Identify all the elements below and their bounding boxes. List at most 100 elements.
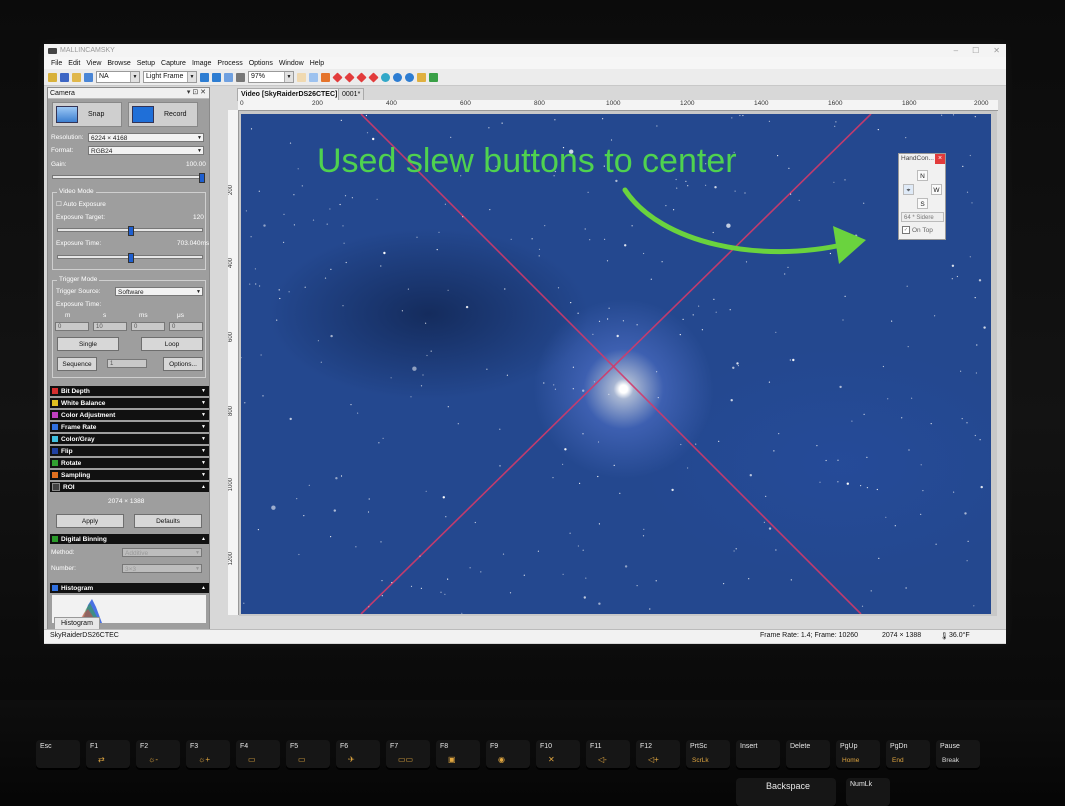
crosshair-icon[interactable] <box>321 72 330 82</box>
hand-controller-close-button[interactable]: × <box>935 154 945 164</box>
hand-tool-icon[interactable] <box>297 72 306 82</box>
section-digital-binning[interactable]: Digital Binning ▲ <box>50 534 209 544</box>
auto-exposure-checkbox[interactable]: ☐ Auto Exposure <box>56 200 106 208</box>
monitor-icon[interactable] <box>84 72 93 82</box>
close-icon[interactable]: ✕ <box>993 46 1000 55</box>
slew-north-button[interactable]: N <box>917 170 928 181</box>
options-button[interactable]: Options... <box>163 357 203 371</box>
red-diamond-3-icon[interactable] <box>356 71 367 83</box>
slew-west-button[interactable]: W <box>931 184 942 195</box>
binning-method-select[interactable]: Additive ▼ <box>122 548 202 557</box>
trigger-ms-field[interactable]: 0 <box>131 322 165 331</box>
key-f9[interactable]: F9 ◉ <box>486 740 530 768</box>
key-f12[interactable]: F12 ◁+ <box>636 740 680 768</box>
key-f1[interactable]: F1 ⇄ <box>86 740 130 768</box>
telescope-icon[interactable] <box>417 72 426 82</box>
menu-file[interactable]: File <box>48 60 65 67</box>
minimize-icon[interactable]: – <box>954 46 958 55</box>
menu-view[interactable]: View <box>83 60 104 67</box>
menu-process[interactable]: Process <box>214 60 245 67</box>
zoom-in-icon[interactable] <box>393 72 402 82</box>
na-select[interactable]: NA ▼ <box>96 71 140 83</box>
section-color-adjustment[interactable]: Color Adjustment ▼ <box>50 410 209 420</box>
binning-number-select[interactable]: 3×3 ▼ <box>122 564 202 573</box>
section-histogram[interactable]: Histogram ▲ <box>50 583 209 593</box>
maximize-icon[interactable]: ☐ <box>972 46 979 55</box>
menu-image[interactable]: Image <box>189 60 214 67</box>
trigger-seconds-field[interactable]: 10 <box>93 322 127 331</box>
key-f3[interactable]: F3 ☼+ <box>186 740 230 768</box>
trigger-us-field[interactable]: 0 <box>169 322 203 331</box>
slew-rate-select[interactable]: 64 * Sidere <box>901 212 944 222</box>
menu-window[interactable]: Window <box>276 60 307 67</box>
section-rotate[interactable]: Rotate ▼ <box>50 458 209 468</box>
folder-icon[interactable] <box>72 72 81 82</box>
section-flip[interactable]: Flip ▼ <box>50 446 209 456</box>
key-prtsc[interactable]: PrtSc ScrLk <box>686 740 730 768</box>
key-backspace[interactable]: Backspace <box>736 778 836 806</box>
key-pause[interactable]: Pause Break <box>936 740 980 768</box>
select-tool-icon[interactable] <box>309 72 318 82</box>
key-numlock[interactable]: NumLk <box>846 778 890 806</box>
cursor-icon[interactable]: ⌖ <box>903 184 914 195</box>
sequence-count-field[interactable]: 1 <box>107 359 147 368</box>
pause-icon[interactable] <box>212 72 221 82</box>
frame-type-select[interactable]: Light Frame ▼ <box>143 71 197 83</box>
red-diamond-icon[interactable] <box>332 71 343 83</box>
star-field-image[interactable]: Used slew buttons to center <box>241 114 991 614</box>
open-folder-icon[interactable] <box>48 72 57 82</box>
rotate-icon[interactable] <box>224 72 233 82</box>
red-diamond-4-icon[interactable] <box>368 71 379 83</box>
target-icon[interactable] <box>381 72 390 82</box>
key-insert[interactable]: Insert <box>736 740 780 768</box>
key-pgup[interactable]: PgUp Home <box>836 740 880 768</box>
menu-help[interactable]: Help <box>307 60 327 67</box>
menu-browse[interactable]: Browse <box>104 60 133 67</box>
key-f7[interactable]: F7 ▭▭ <box>386 740 430 768</box>
trigger-minutes-field[interactable]: 0 <box>55 322 89 331</box>
zoom-select[interactable]: 97% ▼ <box>248 71 294 83</box>
zoom-out-icon[interactable] <box>405 72 414 82</box>
section-sampling[interactable]: Sampling ▼ <box>50 470 209 480</box>
resolution-select[interactable]: 6224 × 4168 ▼ <box>88 133 204 142</box>
menu-options[interactable]: Options <box>246 60 276 67</box>
loop-button[interactable]: Loop <box>141 337 203 351</box>
save-icon[interactable] <box>60 72 69 82</box>
roi-defaults-button[interactable]: Defaults <box>134 514 202 528</box>
image-viewport[interactable]: Used slew buttons to center <box>239 111 997 616</box>
key-f5[interactable]: F5 ▭ <box>286 740 330 768</box>
section-white-balance[interactable]: White Balance ▼ <box>50 398 209 408</box>
menu-capture[interactable]: Capture <box>158 60 189 67</box>
exposure-time-slider[interactable] <box>57 253 203 263</box>
slew-south-button[interactable]: S <box>917 198 928 209</box>
pin-icon[interactable]: ▾ ⊡ ✕ <box>187 88 206 96</box>
key-delete[interactable]: Delete <box>786 740 830 768</box>
on-top-checkbox[interactable]: ✓ On Top <box>902 226 933 234</box>
single-button[interactable]: Single <box>57 337 119 351</box>
roi-apply-button[interactable]: Apply <box>56 514 124 528</box>
trigger-source-select[interactable]: Software ▼ <box>115 287 203 296</box>
key-f10[interactable]: F10 ✕ <box>536 740 580 768</box>
key-f8[interactable]: F8 ▣ <box>436 740 480 768</box>
exposure-target-slider[interactable] <box>57 226 203 236</box>
trigger-mode-title[interactable]: Trigger Mode <box>57 276 100 283</box>
key-f11[interactable]: F11 ◁- <box>586 740 630 768</box>
video-mode-title[interactable]: Video Mode <box>57 188 96 195</box>
grid-icon[interactable] <box>236 72 245 82</box>
gain-slider[interactable] <box>52 173 205 183</box>
section-roi[interactable]: ROI ▲ <box>50 482 209 492</box>
format-select[interactable]: RGB24 ▼ <box>88 146 204 155</box>
red-diamond-2-icon[interactable] <box>344 71 355 83</box>
section-color-gray[interactable]: Color/Gray ▼ <box>50 434 209 444</box>
snap-button[interactable]: Snap <box>52 102 122 127</box>
key-esc[interactable]: Esc <box>36 740 80 768</box>
key-f2[interactable]: F2 ☼- <box>136 740 180 768</box>
menu-setup[interactable]: Setup <box>134 60 158 67</box>
key-f6[interactable]: F6 ✈ <box>336 740 380 768</box>
record-button[interactable]: Record <box>128 102 198 127</box>
sequence-button[interactable]: Sequence <box>57 357 97 371</box>
key-pgdn[interactable]: PgDn End <box>886 740 930 768</box>
section-bit-depth[interactable]: Bit Depth ▼ <box>50 386 209 396</box>
play-icon[interactable] <box>200 72 209 82</box>
key-f4[interactable]: F4 ▭ <box>236 740 280 768</box>
